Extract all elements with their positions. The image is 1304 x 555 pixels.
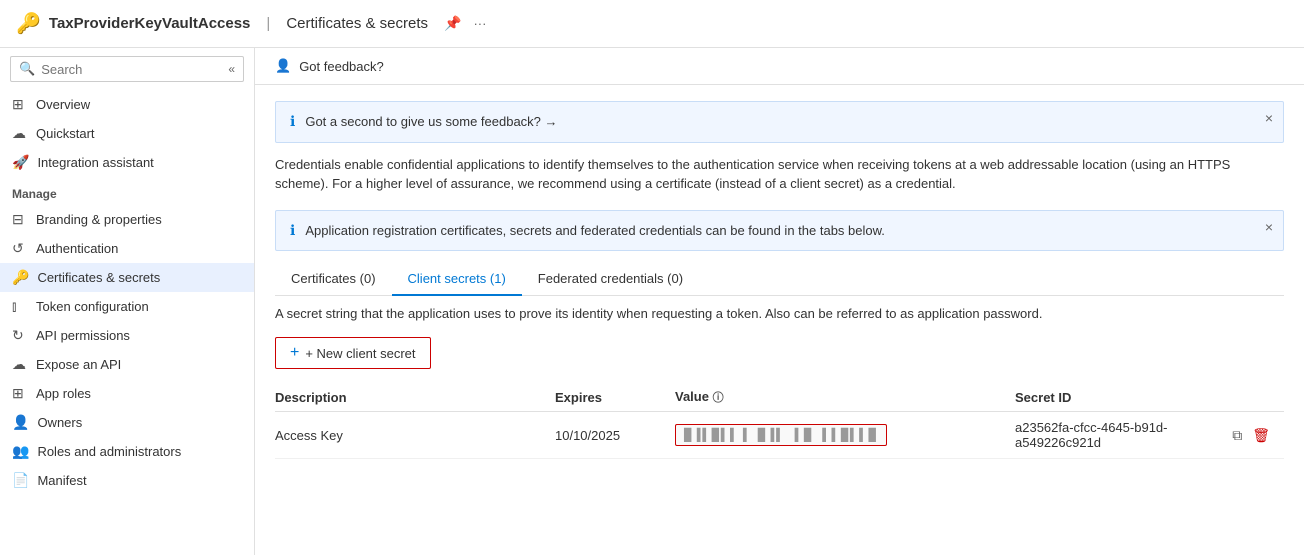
sidebar-item-api[interactable]: ↻ API permissions xyxy=(0,321,254,350)
info-icon-1: ℹ xyxy=(290,113,295,130)
row-description: Access Key xyxy=(275,412,555,459)
header-separator: | xyxy=(266,15,270,32)
feedback-banner: ℹ Got a second to give us some feedback?… xyxy=(275,101,1284,143)
auth-icon: ↺ xyxy=(12,240,28,257)
roles-icon: 👥 xyxy=(12,443,29,460)
new-client-secret-button[interactable]: + + New client secret xyxy=(275,337,431,369)
sidebar-item-label: Token configuration xyxy=(36,299,149,314)
sidebar-item-label: Overview xyxy=(36,97,90,112)
row-expires: 10/10/2025 xyxy=(555,412,675,459)
feedback-text[interactable]: Got feedback? xyxy=(299,59,384,74)
branding-icon: ⊟ xyxy=(12,211,28,228)
credential-tabs: Certificates (0) Client secrets (1) Fede… xyxy=(275,263,1284,296)
value-info-icon[interactable]: ⓘ xyxy=(713,392,724,404)
main-layout: 🔍 « ⊞ Overview ☁ Quickstart 🚀 Integratio… xyxy=(0,48,1304,555)
approles-icon: ⊞ xyxy=(12,385,28,402)
sidebar-item-roles[interactable]: 👥 Roles and administrators xyxy=(0,437,254,466)
sidebar-item-owners[interactable]: 👤 Owners xyxy=(0,408,254,437)
value-cell: █▐▌█▌▌▐ █▐▌ ▌█ ▌▌█▌▌█ xyxy=(675,424,1003,446)
credentials-description: Credentials enable confidential applicat… xyxy=(275,155,1255,194)
content-body: ℹ Got a second to give us some feedback?… xyxy=(255,85,1304,475)
sidebar-item-label: Branding & properties xyxy=(36,212,162,227)
sidebar-item-label: Integration assistant xyxy=(37,155,153,170)
tab-client-secrets[interactable]: Client secrets (1) xyxy=(392,263,522,296)
info-banner-2: ℹ Application registration certificates,… xyxy=(275,210,1284,252)
tab-description: A secret string that the application use… xyxy=(275,306,1284,321)
secrets-table: Description Expires Value ⓘ Secret ID Ac… xyxy=(275,383,1284,459)
row-value: █▐▌█▌▌▐ █▐▌ ▌█ ▌▌█▌▌█ xyxy=(675,412,1015,459)
sidebar-item-certificates[interactable]: 🔑 Certificates & secrets xyxy=(0,263,254,292)
sidebar-item-authentication[interactable]: ↺ Authentication xyxy=(0,234,254,263)
quickstart-icon: ☁ xyxy=(12,125,28,142)
search-box[interactable]: 🔍 « xyxy=(10,56,244,82)
owners-icon: 👤 xyxy=(12,414,29,431)
manage-section-label: Manage xyxy=(0,177,254,205)
token-icon: ⫾ xyxy=(12,298,28,315)
sidebar-item-approles[interactable]: ⊞ App roles xyxy=(0,379,254,408)
sidebar-item-token[interactable]: ⫾ Token configuration xyxy=(0,292,254,321)
table-body: Access Key 10/10/2025 █▐▌█▌▌▐ █▐▌ ▌█ ▌▌█… xyxy=(275,412,1284,459)
info-icon-2: ℹ xyxy=(290,222,295,239)
banner2-close[interactable]: × xyxy=(1265,219,1273,235)
content-area: 👤 Got feedback? ℹ Got a second to give u… xyxy=(255,48,1304,555)
plus-icon: + xyxy=(290,344,299,362)
top-header: 🔑 TaxProviderKeyVaultAccess | Certificat… xyxy=(0,0,1304,48)
manifest-icon: 📄 xyxy=(12,472,29,489)
sidebar-item-quickstart[interactable]: ☁ Quickstart xyxy=(0,119,254,148)
search-input[interactable] xyxy=(41,62,222,77)
sidebar-item-label: Expose an API xyxy=(36,357,121,372)
app-name: TaxProviderKeyVaultAccess xyxy=(49,15,251,32)
api-icon: ↻ xyxy=(12,327,28,344)
integration-icon: 🚀 xyxy=(12,154,29,171)
more-icon[interactable]: ··· xyxy=(473,16,486,31)
collapse-icon[interactable]: « xyxy=(228,62,235,76)
tab-federated[interactable]: Federated credentials (0) xyxy=(522,263,699,296)
sidebar: 🔍 « ⊞ Overview ☁ Quickstart 🚀 Integratio… xyxy=(0,48,255,555)
sidebar-item-label: Manifest xyxy=(37,473,86,488)
search-icon: 🔍 xyxy=(19,61,35,77)
sidebar-item-label: Certificates & secrets xyxy=(37,270,160,285)
sidebar-item-overview[interactable]: ⊞ Overview xyxy=(0,90,254,119)
header-page-title: Certificates & secrets xyxy=(286,15,428,32)
feedback-banner-text: Got a second to give us some feedback? → xyxy=(305,112,1269,132)
col-header-secretid: Secret ID xyxy=(1015,383,1284,412)
sidebar-item-label: App roles xyxy=(36,386,91,401)
pin-icon[interactable]: 📌 xyxy=(444,15,461,32)
col-header-description: Description xyxy=(275,383,555,412)
delete-secret-icon[interactable]: 🗑 xyxy=(1250,425,1272,446)
sidebar-item-label: Quickstart xyxy=(36,126,95,141)
sidebar-item-expose[interactable]: ☁ Expose an API xyxy=(0,350,254,379)
expose-icon: ☁ xyxy=(12,356,28,373)
sidebar-item-manifest[interactable]: 📄 Manifest xyxy=(0,466,254,495)
cert-icon: 🔑 xyxy=(12,269,29,286)
new-secret-label: + New client secret xyxy=(305,346,415,361)
overview-icon: ⊞ xyxy=(12,96,28,113)
copy-secretid-icon[interactable]: ⧉ xyxy=(1230,425,1244,446)
sidebar-item-label: Authentication xyxy=(36,241,118,256)
app-icon: 🔑 xyxy=(16,11,41,36)
sidebar-item-integration[interactable]: 🚀 Integration assistant xyxy=(0,148,254,177)
sidebar-item-label: Roles and administrators xyxy=(37,444,181,459)
sidebar-item-label: API permissions xyxy=(36,328,130,343)
secret-id-value: a23562fa-cfcc-4645-b91d-a549226c921d xyxy=(1015,420,1224,450)
tab-certificates[interactable]: Certificates (0) xyxy=(275,263,392,296)
info-banner-2-text: Application registration certificates, s… xyxy=(305,221,1269,241)
sidebar-item-label: Owners xyxy=(37,415,82,430)
content-header: 👤 Got feedback? xyxy=(255,48,1304,85)
sidebar-item-branding[interactable]: ⊟ Branding & properties xyxy=(0,205,254,234)
value-redacted: █▐▌█▌▌▐ █▐▌ ▌█ ▌▌█▌▌█ xyxy=(675,424,887,446)
banner1-close[interactable]: × xyxy=(1265,110,1273,126)
table-row: Access Key 10/10/2025 █▐▌█▌▌▐ █▐▌ ▌█ ▌▌█… xyxy=(275,412,1284,459)
feedback-icon: 👤 xyxy=(275,58,291,74)
col-header-value: Value ⓘ xyxy=(675,383,1015,412)
col-header-expires: Expires xyxy=(555,383,675,412)
row-secretid: a23562fa-cfcc-4645-b91d-a549226c921d ⧉ 🗑 xyxy=(1015,412,1284,459)
table-header: Description Expires Value ⓘ Secret ID xyxy=(275,383,1284,412)
